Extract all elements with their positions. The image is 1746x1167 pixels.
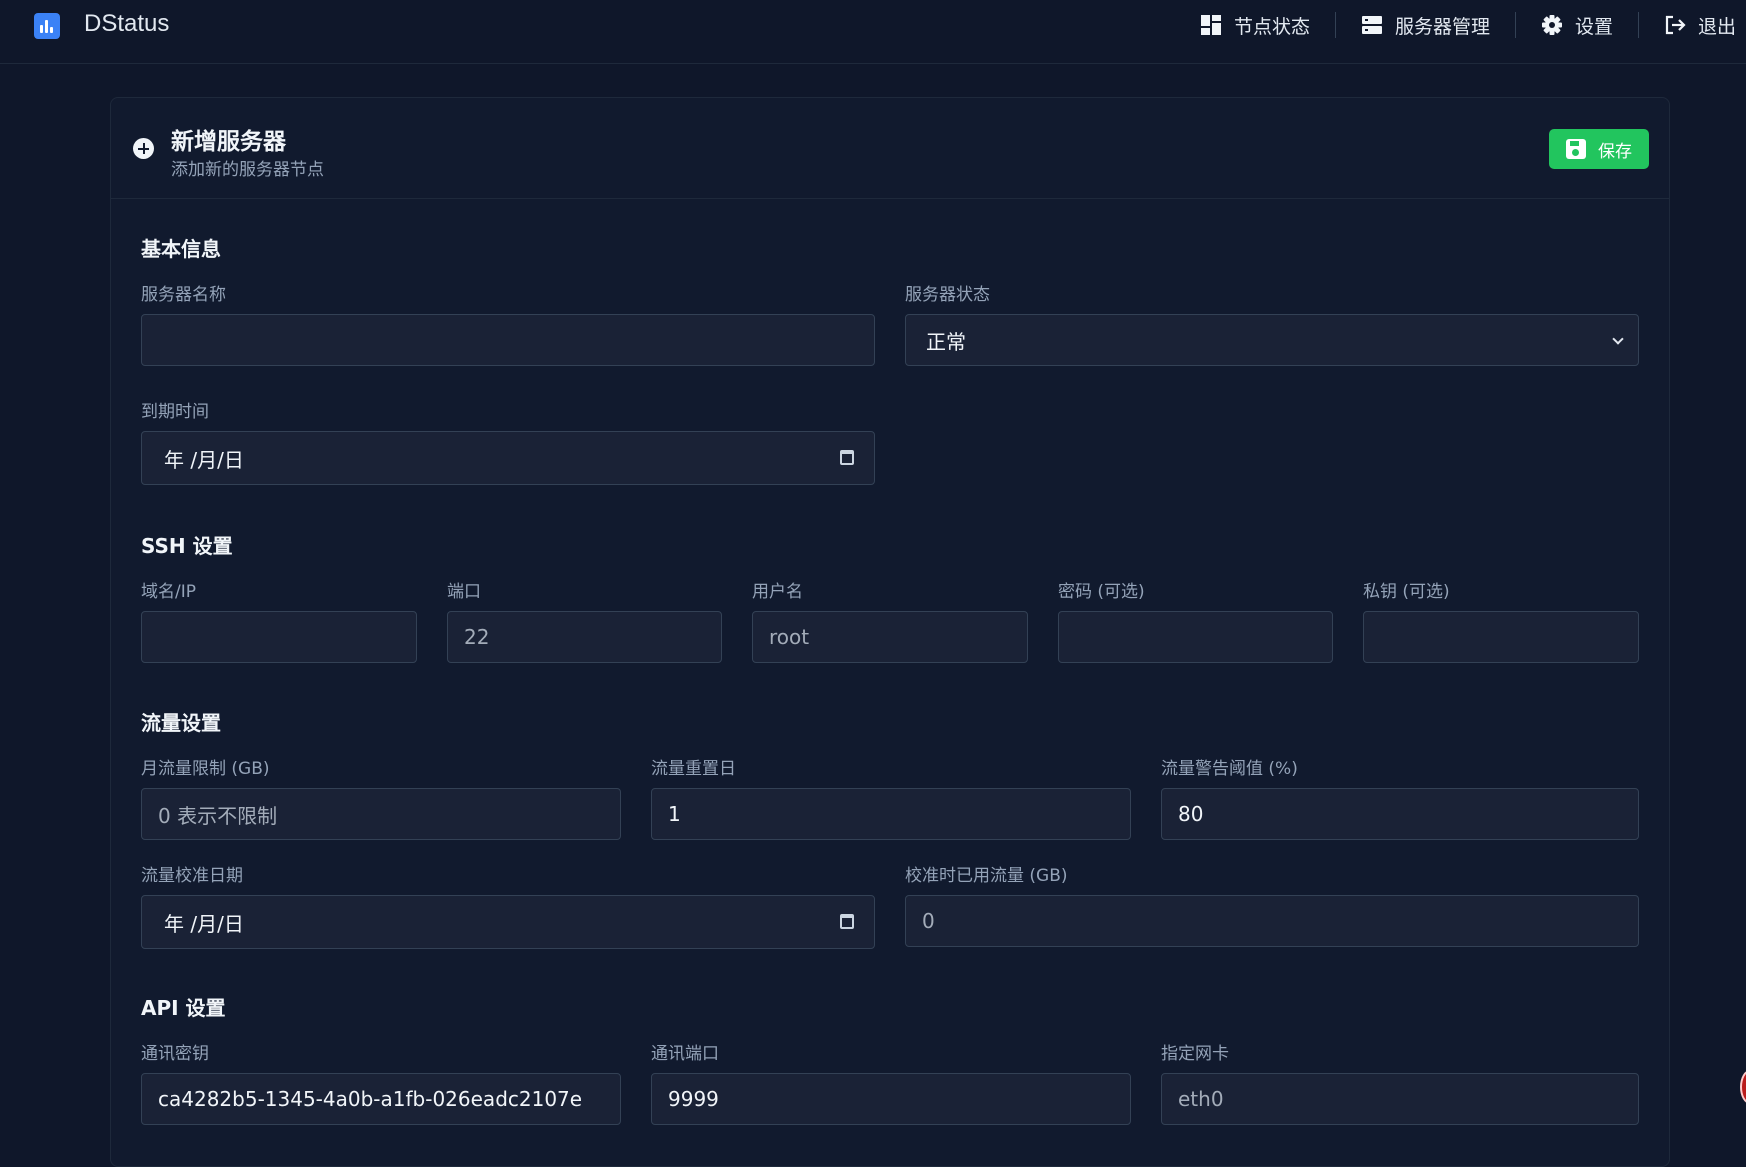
ssh-username-input[interactable]: root (752, 611, 1028, 663)
nav-item-logout[interactable]: 退出 (1664, 12, 1746, 39)
calibration-used-input[interactable]: 0 (905, 895, 1639, 947)
server-icon (1361, 14, 1383, 36)
ssh-port-input[interactable]: 22 (447, 611, 722, 663)
traffic-reset-day-label: 流量重置日 (651, 759, 736, 779)
nav-divider (1514, 12, 1516, 38)
nav-item-server-management[interactable]: 服务器管理 (1361, 12, 1490, 39)
chevron-down-icon (1612, 333, 1624, 345)
nav-item-settings[interactable]: 设置 (1541, 12, 1613, 39)
network-interface-input[interactable]: eth0 (1161, 1073, 1639, 1125)
expire-date-input[interactable]: 年 /月/日 (141, 431, 875, 485)
top-navbar: DStatus 节点状态 服务器管理 设置 退出 (0, 0, 1746, 64)
nav-label: 设置 (1574, 15, 1613, 38)
server-status-label: 服务器状态 (905, 285, 990, 305)
section-title-ssh: SSH 设置 (141, 534, 233, 558)
ssh-private-key-label: 私钥 (可选) (1363, 582, 1450, 602)
server-status-select[interactable]: 正常 (905, 314, 1639, 366)
traffic-warning-label: 流量警告阈值 (%) (1161, 759, 1298, 779)
nav-item-node-status[interactable]: 节点状态 (1200, 12, 1310, 39)
ssh-password-input[interactable] (1058, 611, 1333, 663)
dashboard-grid-icon (1200, 14, 1222, 36)
expire-date-label: 到期时间 (141, 402, 209, 422)
server-name-input[interactable] (141, 314, 875, 366)
server-name-label: 服务器名称 (141, 285, 226, 305)
traffic-limit-input[interactable]: 0 表示不限制 (141, 788, 621, 840)
api-key-input[interactable]: ca4282b5-1345-4a0b-a1fb-026eadc2107e (141, 1073, 621, 1125)
ssh-private-key-input[interactable] (1363, 611, 1639, 663)
card-subtitle: 添加新的服务器节点 (171, 160, 324, 180)
ssh-password-label: 密码 (可选) (1058, 582, 1145, 602)
nav-label: 退出 (1697, 15, 1736, 38)
logout-icon (1664, 14, 1686, 36)
traffic-limit-label: 月流量限制 (GB) (141, 759, 270, 779)
calendar-icon[interactable] (840, 914, 854, 929)
section-title-basic: 基本信息 (141, 237, 221, 261)
ssh-host-input[interactable] (141, 611, 417, 663)
api-key-label: 通讯密钥 (141, 1044, 209, 1064)
gear-icon (1541, 14, 1563, 36)
traffic-reset-day-input[interactable]: 1 (651, 788, 1131, 840)
floating-widget-edge[interactable] (1740, 1070, 1746, 1104)
calibration-date-input[interactable]: 年 /月/日 (141, 895, 875, 949)
nav-menu: 节点状态 服务器管理 设置 退出 (1200, 0, 1746, 50)
bar-chart-logo-icon (34, 13, 60, 39)
section-title-api: API 设置 (141, 996, 226, 1020)
api-port-label: 通讯端口 (651, 1044, 719, 1064)
save-button[interactable]: 保存 (1549, 129, 1649, 169)
nav-label: 节点状态 (1233, 15, 1310, 38)
calibration-used-label: 校准时已用流量 (GB) (905, 866, 1068, 886)
nav-divider (1334, 12, 1336, 38)
calibration-date-label: 流量校准日期 (141, 866, 243, 886)
app-title[interactable]: DStatus (84, 10, 169, 38)
api-port-input[interactable]: 9999 (651, 1073, 1131, 1125)
server-status-value: 正常 (926, 329, 966, 354)
ssh-username-label: 用户名 (752, 582, 803, 602)
add-server-card: 新增服务器 添加新的服务器节点 保存 基本信息 服务器名称 服务器状态 正常 到… (110, 97, 1670, 1167)
ssh-host-label: 域名/IP (141, 582, 196, 602)
section-title-traffic: 流量设置 (141, 711, 221, 735)
floppy-disk-icon (1566, 139, 1586, 159)
calendar-icon[interactable] (840, 450, 854, 465)
card-title: 新增服务器 (171, 129, 286, 155)
save-button-label: 保存 (1598, 141, 1632, 162)
ssh-port-label: 端口 (447, 582, 481, 602)
nav-label: 服务器管理 (1394, 15, 1490, 38)
card-header: 新增服务器 添加新的服务器节点 保存 (111, 98, 1669, 199)
traffic-warning-input[interactable]: 80 (1161, 788, 1639, 840)
plus-circle-icon (133, 138, 154, 159)
nav-divider (1637, 12, 1639, 38)
network-interface-label: 指定网卡 (1161, 1044, 1229, 1064)
